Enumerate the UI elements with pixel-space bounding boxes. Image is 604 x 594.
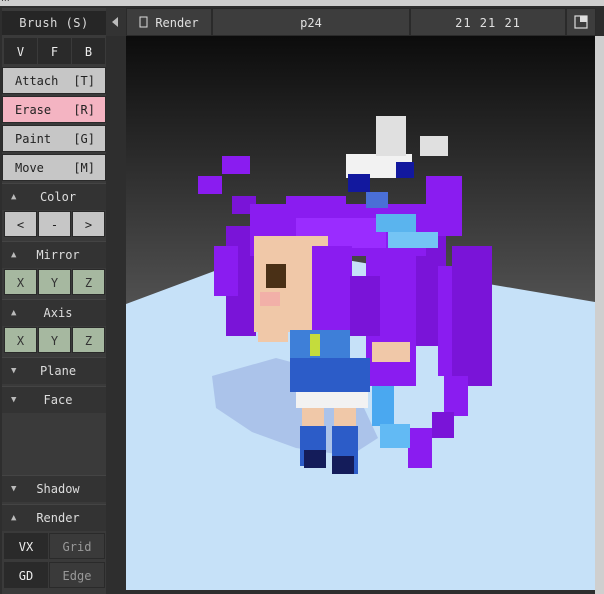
voxel-scene: [126, 36, 595, 590]
axis-x-button[interactable]: X: [4, 327, 37, 353]
viewport-bottom-edge: [126, 590, 595, 594]
color-section-label: Color: [39, 190, 77, 204]
move-label: Move: [15, 161, 44, 175]
plane-section-header[interactable]: ▼ Plane: [2, 357, 106, 384]
face-section-label: Face: [43, 393, 73, 407]
model-name-field[interactable]: p24: [212, 8, 410, 36]
brush-sidebar: Brush (S) V F B Attach [T] Erase [R] Pai…: [2, 8, 106, 594]
render-row-2: GD Edge: [2, 562, 106, 588]
brush-panel-title[interactable]: Brush (S): [2, 11, 106, 35]
shadow-section-label: Shadow: [36, 482, 80, 496]
color-section-header[interactable]: ▲ Color: [2, 183, 106, 210]
mode-row: V F B: [2, 38, 106, 64]
collapse-sidebar-button[interactable]: [106, 8, 126, 36]
render-section-header[interactable]: ▲ Render: [2, 504, 106, 531]
render-section-label: Render: [36, 511, 80, 525]
gd-toggle-button[interactable]: GD: [4, 562, 48, 588]
mirror-axis-row: X Y Z: [2, 269, 106, 295]
paint-shortcut: [G]: [73, 132, 95, 146]
erase-label: Erase: [15, 103, 52, 117]
grid-toggle-button[interactable]: Grid: [49, 533, 105, 559]
face-section-header[interactable]: ▼ Face: [2, 386, 106, 413]
viewport-toolbar: Render p24 21 21 21: [106, 8, 604, 36]
axis-section-label: Axis: [43, 306, 73, 320]
axis-row: X Y Z: [2, 327, 106, 353]
render-label: Render: [155, 16, 199, 30]
maximize-icon: [574, 15, 588, 29]
mirror-section-label: Mirror: [36, 248, 80, 262]
mirror-y-button[interactable]: Y: [38, 269, 71, 295]
model-dimensions-field[interactable]: 21 21 21: [410, 8, 566, 36]
3d-viewport[interactable]: [126, 36, 595, 590]
viewport-right-edge: [595, 36, 604, 594]
vx-toggle-button[interactable]: VX: [4, 533, 48, 559]
paint-label: Paint: [15, 132, 52, 146]
axis-section-header[interactable]: ▲ Axis: [2, 299, 106, 326]
paint-tool-button[interactable]: Paint [G]: [2, 125, 106, 152]
color-next-button[interactable]: >: [72, 211, 105, 237]
mode-box-button[interactable]: B: [72, 38, 105, 64]
attach-tool-button[interactable]: Attach [T]: [2, 67, 106, 94]
render-toggle-icon: [139, 16, 148, 28]
plane-section-label: Plane: [39, 364, 77, 378]
mode-voxel-button[interactable]: V: [4, 38, 37, 64]
color-reset-button[interactable]: -: [38, 211, 71, 237]
edge-toggle-button[interactable]: Edge: [49, 562, 105, 588]
render-row-1: VX Grid: [2, 533, 106, 559]
color-nav-row: < - >: [2, 211, 106, 237]
attach-label: Attach: [15, 74, 59, 88]
move-shortcut: [M]: [73, 161, 95, 175]
mode-face-button[interactable]: F: [38, 38, 71, 64]
mirror-section-header[interactable]: ▲ Mirror: [2, 241, 106, 268]
attach-shortcut: [T]: [73, 74, 95, 88]
mirror-z-button[interactable]: Z: [72, 269, 105, 295]
move-tool-button[interactable]: Move [M]: [2, 154, 106, 181]
axis-z-button[interactable]: Z: [72, 327, 105, 353]
axis-y-button[interactable]: Y: [38, 327, 71, 353]
title-strip: ..:: [0, 0, 604, 6]
collapse-arrow-icon: [112, 17, 118, 27]
erase-shortcut: [R]: [73, 103, 95, 117]
render-toggle-button[interactable]: Render: [126, 8, 212, 36]
shadow-section-header[interactable]: ▼ Shadow: [2, 475, 106, 502]
maximize-button[interactable]: [566, 8, 596, 36]
mirror-x-button[interactable]: X: [4, 269, 37, 295]
erase-tool-button[interactable]: Erase [R]: [2, 96, 106, 123]
color-prev-button[interactable]: <: [4, 211, 37, 237]
